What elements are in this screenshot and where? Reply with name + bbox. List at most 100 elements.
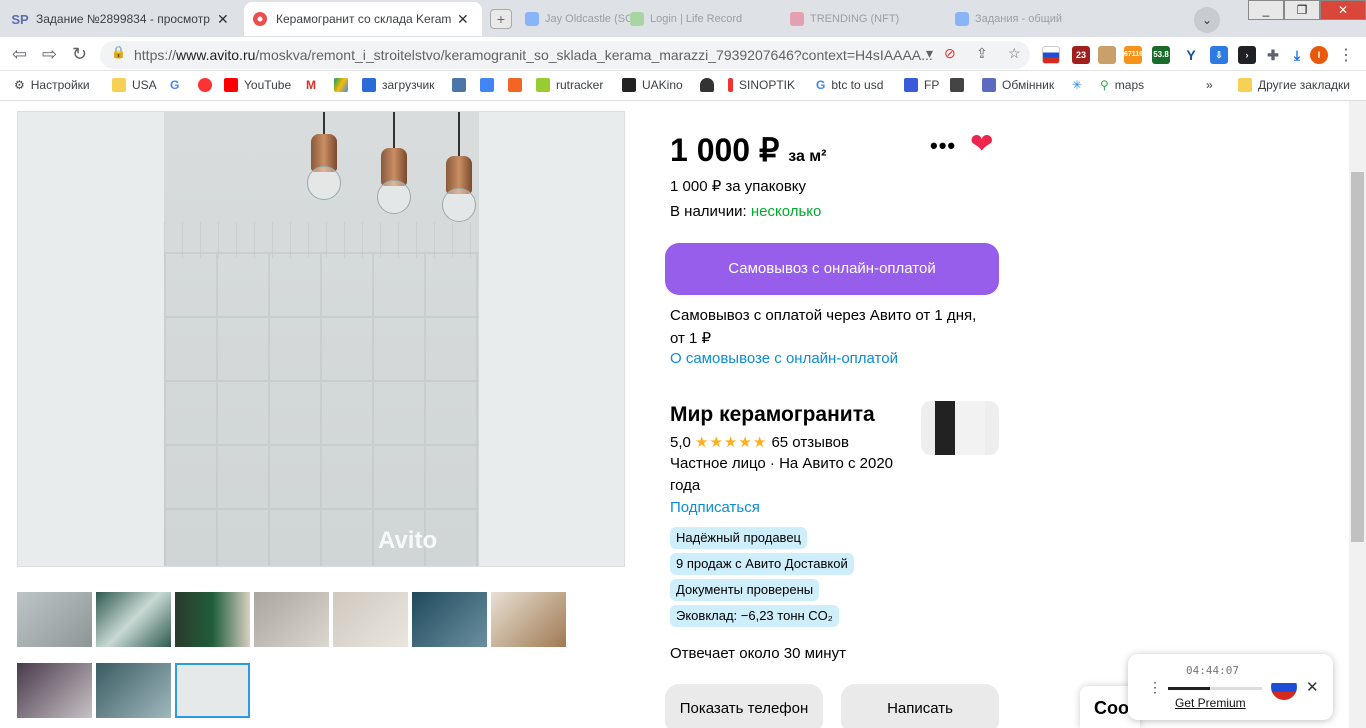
seller-rating: 5,0 ★★★★★ 65 отзывов (670, 434, 849, 451)
thumbnail-selected[interactable] (175, 663, 250, 718)
get-premium-link[interactable]: Get Premium (1175, 696, 1246, 710)
bookmark-gmail[interactable]: M (306, 78, 316, 92)
bookmark-fp[interactable]: FP (904, 78, 939, 92)
bookmark-drive[interactable] (334, 78, 354, 92)
tab-search-icon[interactable]: ⌄ (1194, 7, 1220, 33)
dropdown-arrow-icon[interactable]: ▾ (926, 45, 933, 62)
thumbnail[interactable] (333, 592, 408, 647)
thumbnail[interactable] (254, 592, 329, 647)
background-tab[interactable]: Задания - общий (955, 10, 1062, 28)
browser-toolbar: ⇦ ⇨ ↻ https://www.avito.ru/moskva/remont… (0, 37, 1366, 71)
main-product-image[interactable]: Avito (17, 111, 625, 567)
other-bookmarks[interactable]: Другие закладки (1238, 78, 1350, 92)
maximize-button[interactable]: ❐ (1284, 0, 1320, 20)
downloads-icon[interactable]: ⤓ (1288, 46, 1306, 64)
bookmark-star-icon[interactable]: ☆ (1008, 45, 1021, 62)
seller-name[interactable]: Мир керамогранита (670, 403, 875, 427)
background-tab[interactable]: TRENDING (NFT) (790, 10, 899, 28)
download-extension-icon[interactable]: ⇩ (1210, 46, 1228, 64)
thumbnail[interactable] (491, 592, 566, 647)
background-tab[interactable]: Jay Oldcastle (SC) (525, 10, 637, 28)
v-extension-icon[interactable]: Y (1182, 46, 1200, 64)
btc-extension-icon[interactable]: 67116 (1124, 46, 1143, 64)
bookmark-rutracker[interactable]: rutracker (536, 78, 603, 92)
address-bar[interactable]: https://www.avito.ru/moskva/remont_i_str… (100, 41, 1030, 69)
bookmark-settings[interactable]: ⚙ Настройки (14, 78, 90, 92)
close-window-button[interactable]: ✕ (1320, 0, 1366, 20)
ltc-extension-icon[interactable]: 53.8 (1152, 46, 1170, 64)
reviews-link[interactable]: 65 отзывов (771, 434, 849, 451)
blocked-icon[interactable]: ⊘ (944, 45, 956, 62)
bookmark-btc-usd[interactable]: Gbtc to usd (816, 78, 883, 92)
bookmarks-bar: ⚙ Настройки USA G YouTube M загрузчик rut… (0, 71, 1366, 101)
window-controls: _ ❐ ✕ (1248, 0, 1366, 20)
bookmark-youtube[interactable]: YouTube (224, 78, 291, 92)
bookmarks-overflow[interactable]: » (1206, 78, 1213, 92)
bookmark-f[interactable] (508, 78, 528, 92)
terminal-extension-icon[interactable]: › (1238, 46, 1256, 64)
face-extension-icon[interactable] (1098, 46, 1116, 64)
tab-task[interactable]: SP Задание №2899834 - просмотр з ✕ (4, 2, 242, 36)
menu-icon[interactable]: ⋮ (1338, 45, 1354, 65)
bookmark-downloader[interactable]: загрузчик (362, 78, 434, 92)
thumbnail[interactable] (17, 592, 92, 647)
thumbnail[interactable] (175, 592, 250, 647)
more-options-button[interactable]: ••• (930, 133, 956, 159)
share-icon[interactable]: ⇪ (976, 45, 988, 62)
profile-avatar[interactable]: I (1310, 46, 1328, 64)
background-tab[interactable]: Login | Life Record (630, 10, 742, 28)
forward-arrow-icon[interactable]: ⇨ (42, 44, 57, 65)
bookmark-bc[interactable] (950, 78, 970, 92)
close-icon[interactable]: ✕ (457, 11, 469, 28)
bookmark-star[interactable]: ✳ (1072, 78, 1082, 92)
rutracker-icon (536, 78, 550, 92)
availability-value: несколько (750, 203, 822, 220)
close-icon[interactable]: ✕ (1306, 678, 1319, 696)
heart-favorite-icon[interactable]: ❤ (970, 127, 993, 160)
pickup-online-payment-button[interactable]: Самовывоз с онлайн-оплатой (665, 243, 999, 295)
tab-title: Керамогранит со склада Kerama (276, 12, 451, 26)
write-message-button[interactable]: Написать (841, 684, 999, 728)
thumbnail[interactable] (412, 592, 487, 647)
availability: В наличии: несколько (670, 203, 822, 220)
pickup-info-link[interactable]: О самовывозе с онлайн-оплатой (670, 350, 898, 367)
bookmark-translate[interactable] (480, 78, 500, 92)
thumbnail[interactable] (17, 663, 92, 718)
bookmark-uakino[interactable]: UAKino (622, 78, 683, 92)
bookmark-google[interactable]: G (170, 78, 179, 92)
show-phone-button[interactable]: Показать телефон (665, 684, 823, 728)
pendant-lamp (377, 112, 411, 214)
tab-avito[interactable]: Керамогранит со склада Kerama ✕ (244, 2, 482, 36)
new-tab-button[interactable]: + (490, 9, 512, 29)
puzzle-extensions-icon[interactable]: ✚ (1264, 46, 1282, 64)
price-unit: за м² (788, 148, 827, 165)
progress-bar[interactable] (1168, 687, 1262, 690)
subscribe-link[interactable]: Подписаться (670, 499, 760, 516)
close-icon[interactable]: ✕ (217, 11, 229, 28)
bookmark-usa[interactable]: USA (112, 78, 157, 92)
thermometer-icon (728, 78, 733, 92)
bookmark-maps[interactable]: ⚲ maps (1100, 78, 1144, 92)
flag-ru-icon[interactable] (1271, 674, 1297, 700)
menu-dots-icon[interactable]: ⋮ (1148, 679, 1162, 696)
bookmark-yandex[interactable] (198, 78, 218, 92)
shield-extension-icon[interactable]: 23 (1072, 46, 1090, 64)
reload-icon[interactable]: ↻ (72, 44, 87, 65)
bookmark-exchanger[interactable]: Обмінник (982, 78, 1054, 92)
seller-badge: 9 продаж с Авито Доставкой (670, 553, 854, 575)
seller-avatar[interactable] (921, 401, 999, 455)
bookmark-vk[interactable] (452, 78, 472, 92)
sparkle-icon: ✳ (1072, 78, 1083, 92)
thumbnail[interactable] (96, 592, 171, 647)
bookmark-sinoptik[interactable]: SINOPTIK (728, 78, 795, 92)
lock-icon[interactable]: 🔒 (111, 45, 126, 59)
minimize-button[interactable]: _ (1248, 0, 1284, 20)
thumbnail[interactable] (96, 663, 171, 718)
scrollbar-thumb[interactable] (1351, 172, 1364, 542)
bookmark-figure[interactable] (700, 78, 720, 92)
flag-ru-icon[interactable] (1042, 46, 1060, 64)
fp-icon (904, 78, 918, 92)
back-arrow-icon[interactable]: ⇦ (12, 44, 27, 65)
google-icon: G (816, 78, 826, 92)
response-time: Отвечает около 30 минут (670, 645, 846, 662)
